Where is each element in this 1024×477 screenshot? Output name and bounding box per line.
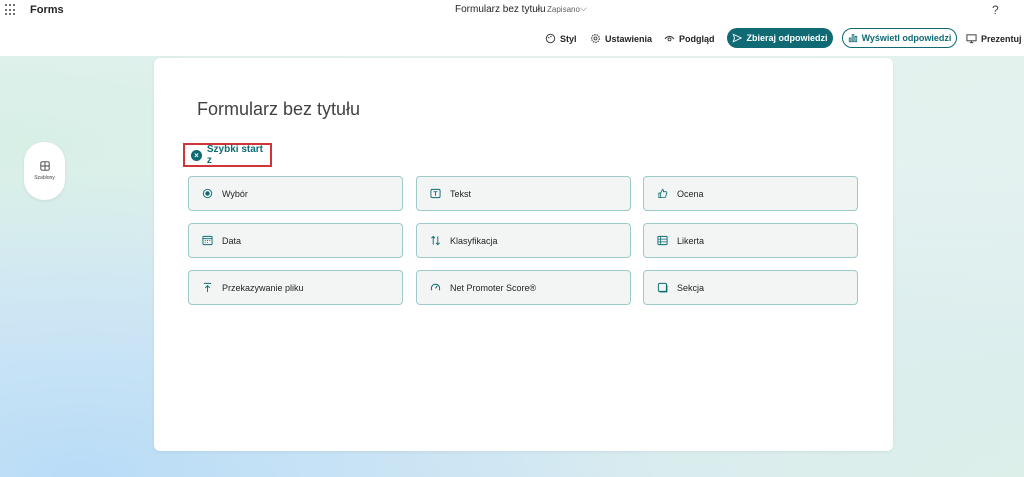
settings-label: Ustawienia (605, 33, 653, 44)
style-label: Styl (560, 33, 577, 44)
help-icon[interactable]: ? (992, 3, 999, 17)
quick-start-label: Szybki start z (206, 144, 263, 166)
save-status: Zapisano (547, 5, 580, 14)
preview-button[interactable]: Podgląd (664, 33, 715, 44)
option-label: Przekazywanie pliku (222, 282, 304, 293)
thumb-icon (657, 188, 668, 199)
option-file-upload[interactable]: Przekazywanie pliku (188, 270, 403, 305)
toolbar: Styl Ustawienia Podgląd Zbieraj odpowied… (0, 22, 1024, 56)
present-button[interactable]: Prezentuj (966, 33, 1022, 44)
collect-responses-label: Zbieraj odpowiedzi (746, 33, 828, 43)
option-choice[interactable]: Wybór (188, 176, 403, 211)
quick-start-toggle[interactable]: × Szybki start z (183, 143, 272, 167)
title-separator: - (537, 5, 540, 14)
calendar-icon (202, 235, 213, 246)
option-label: Sekcja (677, 282, 705, 293)
option-label: Data (222, 235, 242, 246)
collect-responses-button[interactable]: Zbieraj odpowiedzi (727, 28, 833, 48)
document-title[interactable]: Formularz bez tytułu (455, 4, 546, 15)
templates-icon (39, 161, 50, 171)
form-title[interactable]: Formularz bez tytułu (197, 99, 360, 120)
settings-button[interactable]: Ustawienia (590, 33, 652, 44)
gauge-icon (430, 282, 441, 293)
radio-icon (202, 188, 213, 199)
option-label: Tekst (450, 188, 472, 199)
view-responses-label: Wyświetl odpowiedzi (861, 33, 952, 43)
option-label: Klasyfikacja (450, 235, 498, 246)
option-net-promoter-score[interactable]: Net Promoter Score® (416, 270, 631, 305)
app-name[interactable]: Forms (30, 4, 64, 16)
monitor-icon (966, 34, 977, 44)
top-bar: Forms Formularz bez tytułu - Zapisano ⌵ … (0, 0, 1024, 22)
option-rating[interactable]: Ocena (643, 176, 858, 211)
upload-icon (202, 282, 213, 293)
present-label: Prezentuj (981, 33, 1022, 44)
eye-icon (664, 35, 675, 42)
option-label: Ocena (677, 188, 704, 199)
text-icon (430, 188, 441, 199)
preview-label: Podgląd (679, 33, 715, 44)
templates-button[interactable]: Szablony (24, 142, 65, 200)
option-date[interactable]: Data (188, 223, 403, 258)
gear-icon (591, 34, 600, 43)
chart-icon (848, 34, 857, 43)
palette-icon (545, 33, 556, 44)
chevron-down-icon[interactable]: ⌵ (580, 3, 587, 14)
option-label: Wybór (222, 188, 248, 199)
likert-icon (657, 235, 668, 246)
form-card: Formularz bez tytułu × Szybki start z Wy… (154, 58, 893, 451)
close-icon[interactable]: × (191, 149, 202, 161)
app-launcher-icon[interactable] (5, 4, 17, 16)
option-label: Likerta (677, 235, 705, 246)
style-button[interactable]: Styl (545, 33, 577, 44)
option-text[interactable]: Tekst (416, 176, 631, 211)
option-section[interactable]: Sekcja (643, 270, 858, 305)
view-responses-button[interactable]: Wyświetl odpowiedzi (842, 28, 957, 48)
option-label: Net Promoter Score® (450, 282, 537, 293)
option-likert[interactable]: Likerta (643, 223, 858, 258)
templates-label: Szablony (34, 175, 55, 181)
ranking-icon (430, 235, 441, 246)
option-ranking[interactable]: Klasyfikacja (416, 223, 631, 258)
section-icon (657, 282, 668, 293)
send-icon (732, 33, 743, 43)
